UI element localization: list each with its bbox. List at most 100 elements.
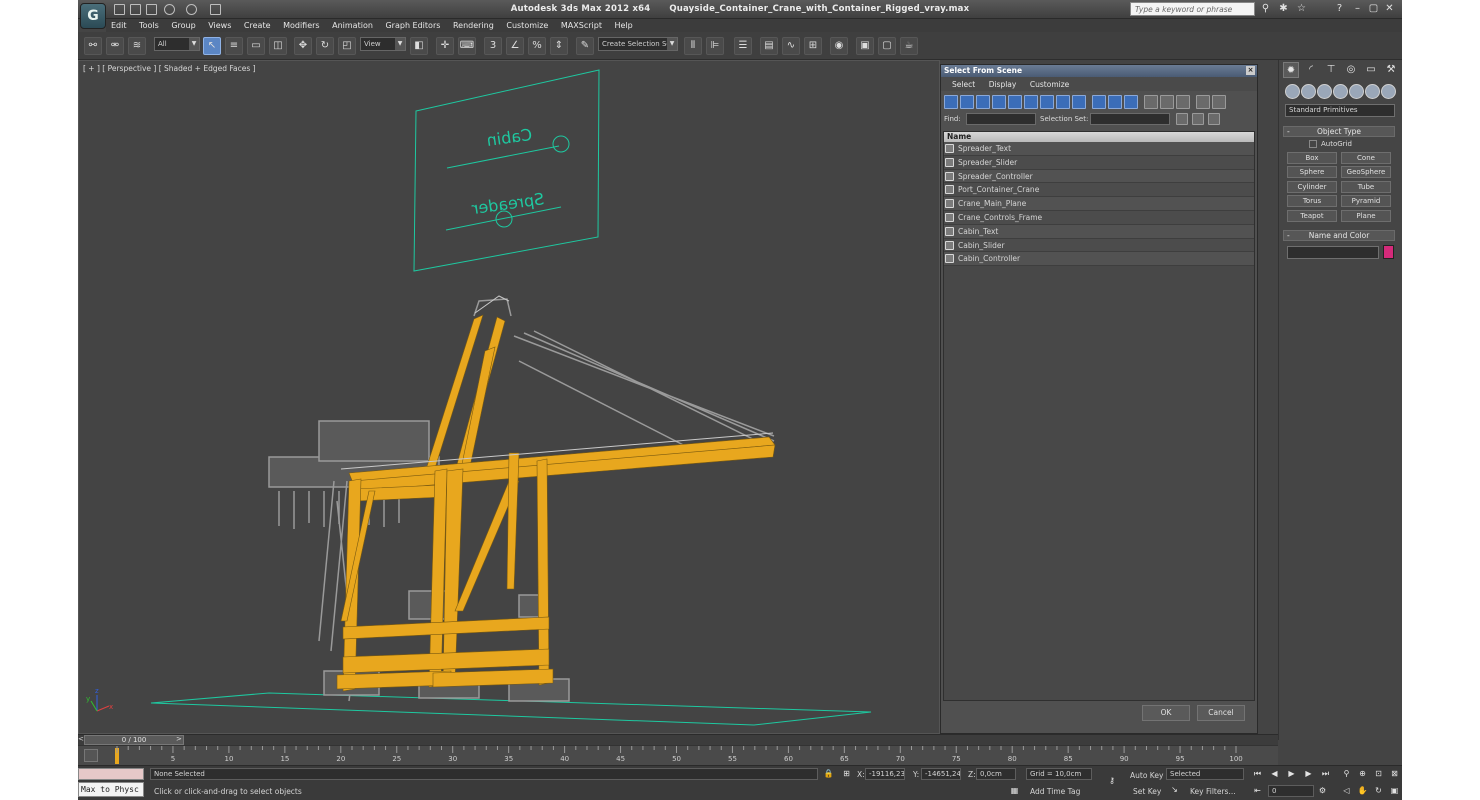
menu-tools[interactable]: Tools [134, 19, 164, 30]
motion-tab-icon[interactable]: ◎ [1343, 62, 1359, 78]
menu-maxscript[interactable]: MAXScript [556, 19, 607, 30]
layer-manager-icon[interactable]: ☰ [734, 37, 752, 55]
add-time-tag[interactable]: Add Time Tag [1030, 787, 1080, 796]
help-icon[interactable]: ? [1333, 3, 1346, 16]
schematic-view-icon[interactable]: ⊞ [804, 37, 822, 55]
systems-category-icon[interactable] [1381, 84, 1396, 99]
mirror-icon[interactable]: ⫴ [684, 37, 702, 55]
keyboard-shortcut-override-icon[interactable]: ⌨ [458, 37, 476, 55]
cabin-text-object[interactable]: Cabin [485, 125, 533, 150]
zoom-icon[interactable]: ⚲ [1340, 768, 1353, 781]
select-set-members-icon[interactable] [1176, 113, 1188, 125]
menu-edit[interactable]: Edit [106, 19, 132, 30]
port-container-crane[interactable] [336, 314, 776, 692]
menu-customize[interactable]: Customize [501, 19, 553, 30]
display-none-icon[interactable] [1108, 95, 1122, 109]
filter-funnel-icon[interactable] [1196, 95, 1210, 109]
display-bones-icon[interactable] [1072, 95, 1086, 109]
cone-button[interactable]: Cone [1341, 152, 1391, 164]
dialog-menu-display[interactable]: Display [989, 80, 1017, 89]
percent-snap-icon[interactable]: % [528, 37, 546, 55]
align-icon[interactable]: ⊫ [706, 37, 724, 55]
set-key-mode-icon[interactable]: ⚷ [1102, 775, 1122, 788]
spacewarps-category-icon[interactable] [1365, 84, 1380, 99]
cylinder-button[interactable]: Cylinder [1287, 181, 1337, 193]
dialog-menu-customize[interactable]: Customize [1030, 80, 1069, 89]
key-mode-dropdown[interactable]: Selected [1166, 768, 1244, 780]
subscription-icon[interactable]: ✱ [1277, 3, 1290, 16]
minimize-icon[interactable]: – [1351, 3, 1364, 16]
list-item[interactable]: Port_Container_Crane [944, 183, 1254, 198]
zoom-all-icon[interactable]: ⊕ [1356, 768, 1369, 781]
list-item[interactable]: Spreader_Text [944, 142, 1254, 156]
maximize-icon[interactable]: ▢ [1367, 3, 1380, 16]
move-icon[interactable]: ✥ [294, 37, 312, 55]
time-slider-next-icon[interactable]: > [176, 735, 182, 745]
object-color-swatch[interactable] [1383, 245, 1394, 259]
edit-named-selection-icon[interactable]: ✎ [576, 37, 594, 55]
list-item[interactable]: Cabin_Controller [944, 252, 1254, 267]
menu-animation[interactable]: Animation [327, 19, 378, 30]
snaps-toggle-icon[interactable]: 3 [484, 37, 502, 55]
shapes-category-icon[interactable] [1301, 84, 1316, 99]
x-coordinate-field[interactable]: -19116,23 [865, 768, 905, 780]
modify-tab-icon[interactable]: ◜ [1303, 62, 1319, 78]
unlink-icon[interactable]: ⚮ [106, 37, 124, 55]
list-item[interactable]: Spreader_Slider [944, 155, 1254, 170]
cancel-button[interactable]: Cancel [1197, 705, 1245, 721]
cameras-category-icon[interactable] [1333, 84, 1348, 99]
crane-controls-frame[interactable] [413, 69, 600, 272]
menu-group[interactable]: Group [166, 19, 200, 30]
display-spacewarps-icon[interactable] [1024, 95, 1038, 109]
graphite-ribbon-icon[interactable]: ▤ [760, 37, 778, 55]
z-coordinate-field[interactable]: 0,0cm [976, 768, 1016, 780]
close-icon[interactable]: ✕ [1383, 3, 1396, 16]
dialog-menu-select[interactable]: Select [952, 80, 975, 89]
display-groups-icon[interactable] [1040, 95, 1054, 109]
select-invert-icon[interactable] [1176, 95, 1190, 109]
search-binoculars-icon[interactable]: ⚲ [1259, 3, 1272, 16]
rectangular-selection-icon[interactable]: ▭ [247, 37, 265, 55]
angle-snap-icon[interactable]: ∠ [506, 37, 524, 55]
list-item[interactable]: Spreader_Controller [944, 169, 1254, 184]
go-to-start-icon[interactable]: ⏮ [1251, 768, 1264, 781]
primitive-category-dropdown[interactable]: Standard Primitives [1285, 104, 1395, 117]
search-input[interactable]: Type a keyword or phrase [1130, 2, 1255, 16]
list-item[interactable]: Crane_Controls_Frame [944, 210, 1254, 225]
dialog-close-icon[interactable]: × [1246, 66, 1255, 75]
cabin-controller[interactable] [552, 135, 570, 153]
time-tag-icon[interactable]: ▦ [1008, 785, 1021, 798]
menu-views[interactable]: Views [203, 19, 236, 30]
y-coordinate-field[interactable]: -14651,24 [921, 768, 961, 780]
display-all-icon[interactable] [1092, 95, 1106, 109]
rendered-frame-window-icon[interactable]: ▢ [878, 37, 896, 55]
add-to-set-icon[interactable] [1192, 113, 1204, 125]
pan-view-icon[interactable]: ✋ [1356, 785, 1369, 798]
display-xrefs-icon[interactable] [1056, 95, 1070, 109]
render-setup-icon[interactable]: ▣ [856, 37, 874, 55]
time-slider-thumb[interactable]: 0 / 100 [84, 735, 184, 745]
maxscript-mini-listener[interactable]: Max to Physc [78, 782, 144, 797]
sphere-button[interactable]: Sphere [1287, 166, 1337, 178]
list-item[interactable]: Crane_Main_Plane [944, 197, 1254, 211]
window-crossing-icon[interactable]: ◫ [269, 37, 287, 55]
teapot-button[interactable]: Teapot [1287, 210, 1337, 222]
menu-rendering[interactable]: Rendering [448, 19, 499, 30]
viewport-label[interactable]: [ + ] [ Perspective ] [ Shaded + Edged F… [83, 64, 256, 73]
key-mode-toggle-icon[interactable]: ⇤ [1251, 785, 1264, 798]
plane-button[interactable]: Plane [1341, 210, 1391, 222]
spinner-snap-icon[interactable]: ⇕ [550, 37, 568, 55]
rotate-icon[interactable]: ↻ [316, 37, 334, 55]
list-item[interactable]: Cabin_Slider [944, 238, 1254, 253]
reference-coordinate-dropdown[interactable]: View ▼ [360, 37, 406, 51]
time-configuration-icon[interactable]: ⚙ [1316, 785, 1329, 798]
curve-editor-icon[interactable]: ∿ [782, 37, 800, 55]
name-and-color-rollout[interactable]: - Name and Color [1283, 230, 1395, 241]
favorites-star-icon[interactable]: ☆ [1295, 3, 1308, 16]
time-slider[interactable]: < 0 / 100 > [78, 734, 1278, 745]
find-input[interactable] [966, 113, 1036, 125]
app-logo-icon[interactable]: G [80, 3, 106, 29]
tube-button[interactable]: Tube [1341, 181, 1391, 193]
geosphere-button[interactable]: GeoSphere [1341, 166, 1391, 178]
bind-to-space-warp-icon[interactable]: ≋ [128, 37, 146, 55]
